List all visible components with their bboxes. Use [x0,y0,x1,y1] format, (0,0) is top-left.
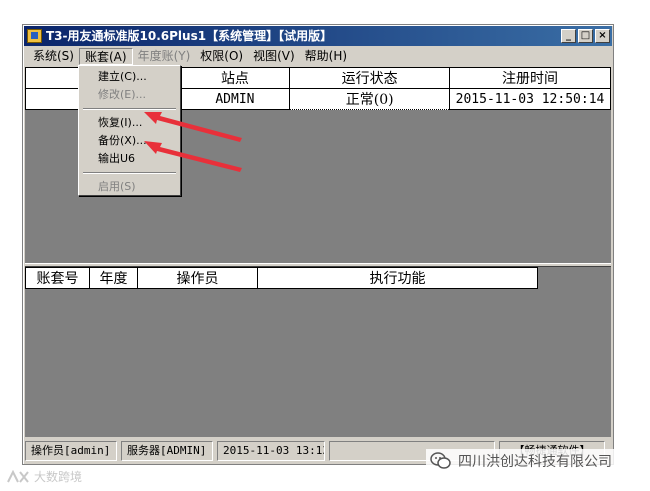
cell-status[interactable]: 正常(0) [289,88,450,110]
minimize-button[interactable]: _ [561,29,576,43]
menu-separator [83,108,176,110]
status-operator: 操作员[admin] [25,441,117,461]
menu-bar: 系统(S) 账套(A) 年度账(Y) 权限(O) 视图(V) 帮助(H) [24,47,612,65]
brand-logo-icon [7,469,29,483]
menu-item-modify[interactable]: 修改(E)... [81,86,178,104]
task-pane: 账套号 年度 操作员 执行功能 [25,267,611,437]
wechat-icon [430,452,451,469]
cell-login-time[interactable]: 2015-11-03 12:50:14 [449,88,611,110]
watermark-left-text: 大数跨境 [34,470,83,484]
col-header-account-no[interactable]: 账套号 [25,267,90,289]
menu-item-backup[interactable]: 备份(X)... [81,132,178,150]
cell-site[interactable]: ADMIN [179,88,291,110]
watermark-right-text: 四川洪创达科技有限公司 [458,454,612,470]
menu-item-create[interactable]: 建立(C)... [81,68,178,86]
status-server: 服务器[ADMIN] [121,441,213,461]
title-bar[interactable]: T3-用友通标准版10.6Plus1【系统管理】【试用版】 _ □ × [24,26,612,46]
col-header-function[interactable]: 执行功能 [257,267,538,289]
menu-item-restore[interactable]: 恢复(I)... [81,114,178,132]
close-button[interactable]: × [595,29,610,43]
status-datetime: 2015-11-03 13:13 [217,441,325,461]
app-logo-icon [27,29,42,43]
menu-system[interactable]: 系统(S) [28,48,79,65]
menu-annual-account[interactable]: 年度账(Y) [133,48,196,65]
account-set-dropdown: 建立(C)... 修改(E)... 恢复(I)... 备份(X)... 输出U6… [78,65,181,196]
watermark-left: 大数跨境 [6,468,82,485]
table-header-row: 账套号 年度 操作员 执行功能 [25,267,538,289]
col-header-site[interactable]: 站点 [179,67,291,89]
col-header-operator[interactable]: 操作员 [137,267,258,289]
menu-permission[interactable]: 权限(O) [195,48,248,65]
maximize-button[interactable]: □ [578,29,593,43]
watermark-right: 四川洪创达科技有限公司 [426,449,616,473]
menu-item-export-u6[interactable]: 输出U6 [81,150,178,168]
window-title: T3-用友通标准版10.6Plus1【系统管理】【试用版】 [46,29,333,43]
menu-separator [83,172,176,174]
menu-view[interactable]: 视图(V) [248,48,300,65]
window-controls: _ □ × [561,29,610,43]
menu-account-set[interactable]: 账套(A) [78,47,133,65]
col-header-status[interactable]: 运行状态 [289,67,450,89]
col-header-login-time[interactable]: 注册时间 [449,67,611,89]
task-table: 账套号 年度 操作员 执行功能 [25,267,538,289]
col-header-year[interactable]: 年度 [89,267,138,289]
menu-item-enable[interactable]: 启用(S) [81,178,178,196]
menu-help[interactable]: 帮助(H) [300,48,352,65]
